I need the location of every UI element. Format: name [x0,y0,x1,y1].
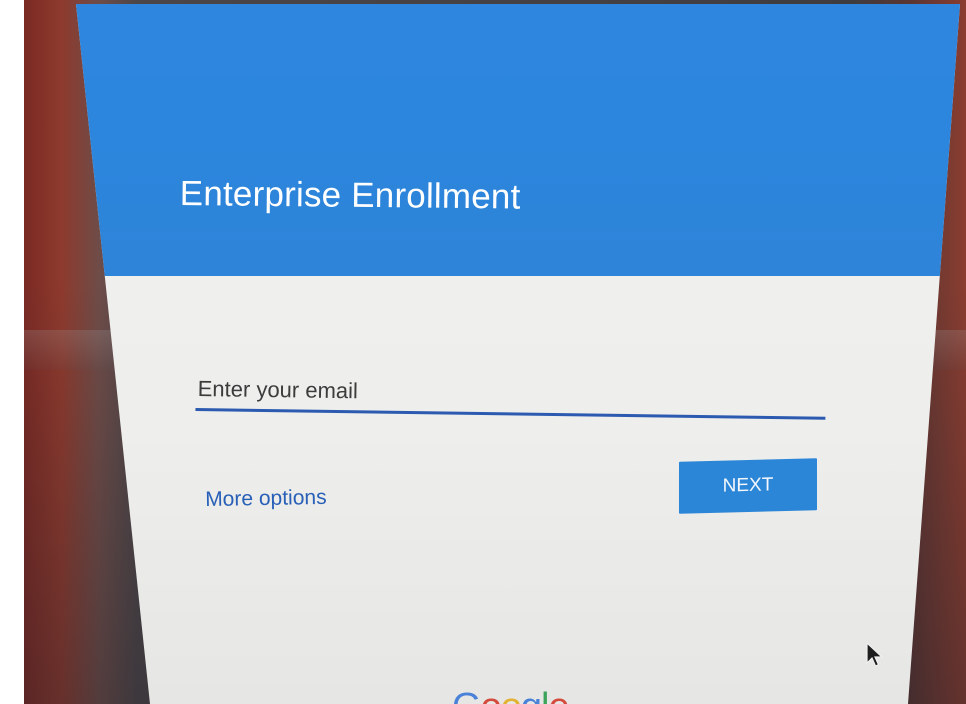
photo-stage: Enterprise Enrollment Enter your email M… [0,0,966,704]
email-field[interactable]: Enter your email [195,370,830,429]
logo-letter: o [481,686,502,704]
logo-letter: G [452,686,482,704]
enrollment-header: Enterprise Enrollment [76,4,960,276]
google-logo: Google [452,686,570,704]
logo-letter: e [548,686,569,704]
email-underline [195,407,826,420]
next-button[interactable]: NEXT [679,458,817,514]
logo-letter: o [501,686,522,704]
email-placeholder: Enter your email [197,376,359,404]
enrollment-screen: Enterprise Enrollment Enter your email M… [76,4,960,704]
mouse-pointer-icon [866,642,884,667]
more-options-link[interactable]: More options [205,486,327,512]
page-title: Enterprise Enrollment [179,174,521,217]
logo-letter: g [521,686,542,704]
